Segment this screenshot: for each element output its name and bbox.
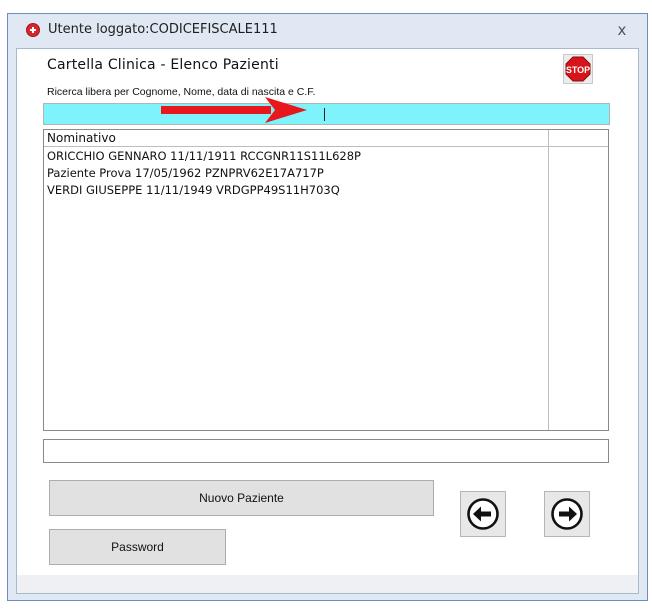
app-window: Utente loggato:CODICEFISCALE111 x Cartel… [7, 13, 648, 601]
column-header-nominativo[interactable]: Nominativo [44, 130, 549, 147]
window-title: Utente loggato:CODICEFISCALE111 [48, 22, 278, 37]
medical-cross-icon [26, 23, 40, 37]
form-panel: Cartella Clinica - Elenco Pazienti STOP … [16, 48, 639, 594]
stop-sign-icon: STOP [565, 56, 591, 82]
list-rows: ORICCHIO GENNARO 11/11/1911 RCCGNR11S11L… [44, 148, 549, 199]
footer-strip [17, 575, 638, 593]
annotation-arrow-icon [161, 97, 307, 123]
close-button[interactable]: x [611, 19, 633, 41]
forward-button[interactable] [544, 491, 590, 537]
page-title: Cartella Clinica - Elenco Pazienti [47, 57, 279, 73]
status-field [43, 439, 609, 463]
list-item[interactable]: ORICCHIO GENNARO 11/11/1911 RCCGNR11S11L… [44, 148, 549, 165]
arrow-left-circle-icon [467, 498, 499, 530]
list-item[interactable]: Paziente Prova 17/05/1962 PZNPRV62E17A71… [44, 165, 549, 182]
search-input[interactable] [43, 103, 610, 125]
new-patient-button[interactable]: Nuovo Paziente [49, 480, 434, 516]
password-button[interactable]: Password [49, 529, 226, 565]
column-header-empty [549, 130, 608, 147]
stop-button[interactable]: STOP [563, 54, 593, 84]
list-item[interactable]: VERDI GIUSEPPE 11/11/1949 VRDGPP49S11H70… [44, 182, 549, 199]
patient-list[interactable]: Nominativo ORICCHIO GENNARO 11/11/1911 R… [43, 129, 609, 431]
back-button[interactable] [460, 491, 506, 537]
title-bar: Utente loggato:CODICEFISCALE111 x [8, 14, 647, 48]
text-caret [324, 108, 325, 121]
stop-sign-label: STOP [566, 65, 590, 75]
arrow-right-circle-icon [551, 498, 583, 530]
